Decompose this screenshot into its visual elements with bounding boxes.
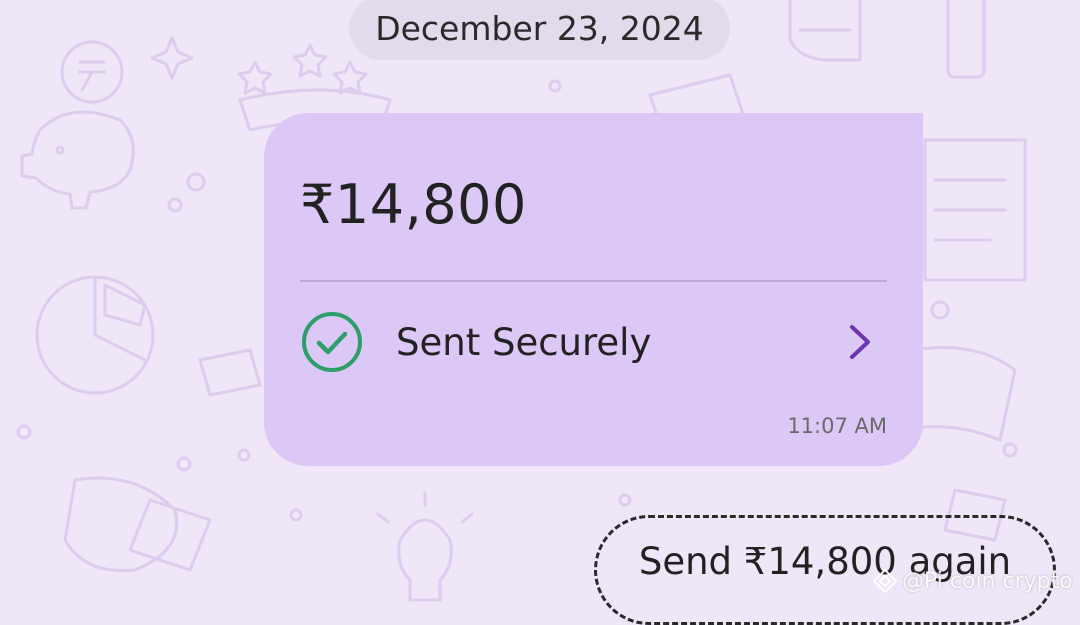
- date-label: December 23, 2024: [375, 8, 704, 48]
- chevron-right-icon[interactable]: [846, 323, 874, 361]
- payment-timestamp: 11:07 AM: [787, 414, 887, 438]
- check-circle-icon: [300, 310, 364, 374]
- divider: [300, 280, 887, 282]
- payment-status-row[interactable]: Sent Securely: [300, 309, 890, 375]
- payment-card[interactable]: ₹14,800 Sent Securely 11:07 AM: [264, 113, 923, 466]
- diamond-logo-icon: [872, 568, 898, 594]
- payment-status-label: Sent Securely: [396, 320, 652, 364]
- date-chip: December 23, 2024: [349, 0, 730, 60]
- payment-amount: ₹14,800: [300, 173, 527, 236]
- watermark: @Pi coin crypto: [872, 568, 1073, 594]
- watermark-text: @Pi coin crypto: [902, 568, 1073, 594]
